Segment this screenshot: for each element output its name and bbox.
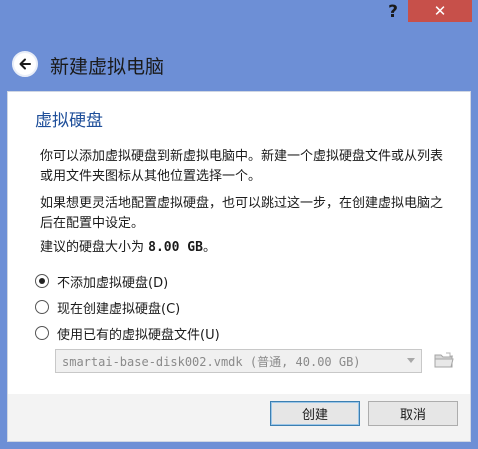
recommended-size-text: 建议的硬盘大小为 8.00 GB。: [40, 238, 455, 258]
description-paragraph-2: 如果想更灵活地配置虚拟硬盘，也可以跳过这一步，在创建虚拟电脑之后在配置中设定。: [40, 196, 444, 231]
wizard-content: 虚拟硬盘 你可以添加虚拟硬盘到新虚拟电脑中。新建一个虚拟硬盘文件或从列表或用文件…: [8, 92, 470, 394]
option-no-disk-label: 不添加虚拟硬盘(D): [57, 275, 169, 291]
radio-existing-disk[interactable]: [35, 326, 49, 340]
existing-disk-select[interactable]: smartai-base-disk002.vmdk (普通, 40.00 GB): [55, 349, 422, 373]
description-paragraph-1: 你可以添加虚拟硬盘到新虚拟电脑中。新建一个虚拟硬盘文件或从列表或用文件夹图标从其…: [40, 149, 444, 184]
help-button[interactable]: ?: [378, 0, 408, 24]
cancel-button[interactable]: 取消: [368, 401, 458, 426]
chevron-down-icon: [407, 358, 415, 363]
option-create-disk[interactable]: 现在创建虚拟硬盘(C): [35, 297, 180, 317]
create-button[interactable]: 创建: [270, 401, 360, 426]
radio-no-disk[interactable]: [35, 274, 49, 288]
option-create-disk-label: 现在创建虚拟硬盘(C): [57, 301, 181, 317]
close-button[interactable]: ✕: [408, 0, 472, 22]
wizard-panel: 虚拟硬盘 你可以添加虚拟硬盘到新虚拟电脑中。新建一个虚拟硬盘文件或从列表或用文件…: [7, 91, 471, 442]
option-no-disk[interactable]: 不添加虚拟硬盘(D): [35, 271, 168, 291]
title-bar: ? ✕: [0, 0, 478, 30]
option-existing-disk[interactable]: 使用已有的虚拟硬盘文件(U): [35, 323, 220, 343]
option-existing-disk-label: 使用已有的虚拟硬盘文件(U): [57, 327, 220, 343]
back-arrow-icon: [19, 58, 31, 70]
page-heading: 虚拟硬盘: [35, 111, 103, 131]
recommend-size: 8.00 GB: [148, 240, 203, 255]
existing-disk-value: smartai-base-disk002.vmdk (普通, 40.00 GB): [62, 354, 361, 369]
recommend-suffix: 。: [202, 240, 216, 255]
recommend-prefix: 建议的硬盘大小为: [40, 240, 149, 255]
wizard-title: 新建虚拟电脑: [50, 56, 165, 78]
back-button[interactable]: [12, 51, 38, 77]
folder-icon[interactable]: [433, 351, 455, 369]
wizard-header: 新建虚拟电脑: [0, 30, 478, 90]
radio-create-disk[interactable]: [35, 300, 49, 314]
